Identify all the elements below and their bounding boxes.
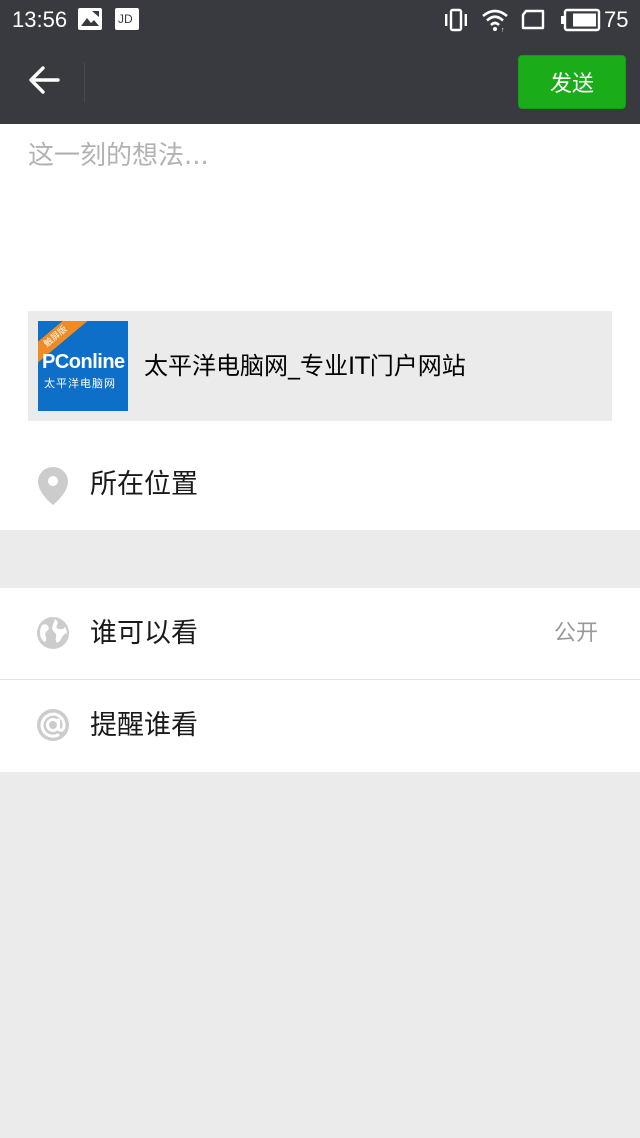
app-bar: 发送 — [0, 40, 640, 124]
visibility-label: 谁可以看 — [90, 618, 198, 649]
send-button[interactable]: 发送 — [518, 55, 626, 109]
status-bar: 13:56 JD ↑ 75 — [0, 0, 640, 40]
location-pin-icon — [36, 466, 70, 506]
jd-icon-label: JD — [118, 12, 133, 26]
screen-rotate-icon — [521, 8, 547, 36]
shared-link-card[interactable]: 触屏版 PConline 太平洋电脑网 太平洋电脑网_专业IT门户网站 — [28, 311, 612, 421]
compose-area: 触屏版 PConline 太平洋电脑网 太平洋电脑网_专业IT门户网站 所在位置 — [0, 124, 640, 530]
visibility-row[interactable]: 谁可以看 公开 — [0, 588, 640, 680]
options-group: 谁可以看 公开 提醒谁看 — [0, 588, 640, 772]
battery-level: 75 — [604, 7, 629, 32]
link-thumbnail: 触屏版 PConline 太平洋电脑网 — [38, 321, 128, 411]
header-divider — [84, 62, 85, 102]
arrow-left-icon — [28, 65, 60, 99]
pconline-logo-subtitle: 太平洋电脑网 — [44, 377, 116, 390]
link-title: 太平洋电脑网_专业IT门户网站 — [144, 352, 466, 380]
mention-label: 提醒谁看 — [90, 710, 198, 741]
location-row[interactable]: 所在位置 — [0, 440, 640, 530]
globe-icon — [36, 616, 70, 650]
location-label: 所在位置 — [90, 469, 198, 500]
photo-notification-icon — [78, 8, 102, 34]
jd-notification-icon: JD — [115, 8, 139, 34]
wifi-icon: ↑ — [481, 8, 509, 36]
mention-row[interactable]: 提醒谁看 — [0, 680, 640, 772]
thought-input[interactable] — [28, 138, 612, 288]
back-button[interactable] — [14, 50, 74, 114]
at-sign-icon — [36, 708, 70, 742]
pconline-logo: PConline — [42, 351, 125, 373]
visibility-value: 公开 — [553, 621, 598, 646]
battery-icon — [561, 8, 601, 36]
svg-text:↑: ↑ — [501, 27, 505, 32]
status-time: 13:56 — [12, 7, 68, 32]
vibrate-icon — [444, 8, 468, 36]
